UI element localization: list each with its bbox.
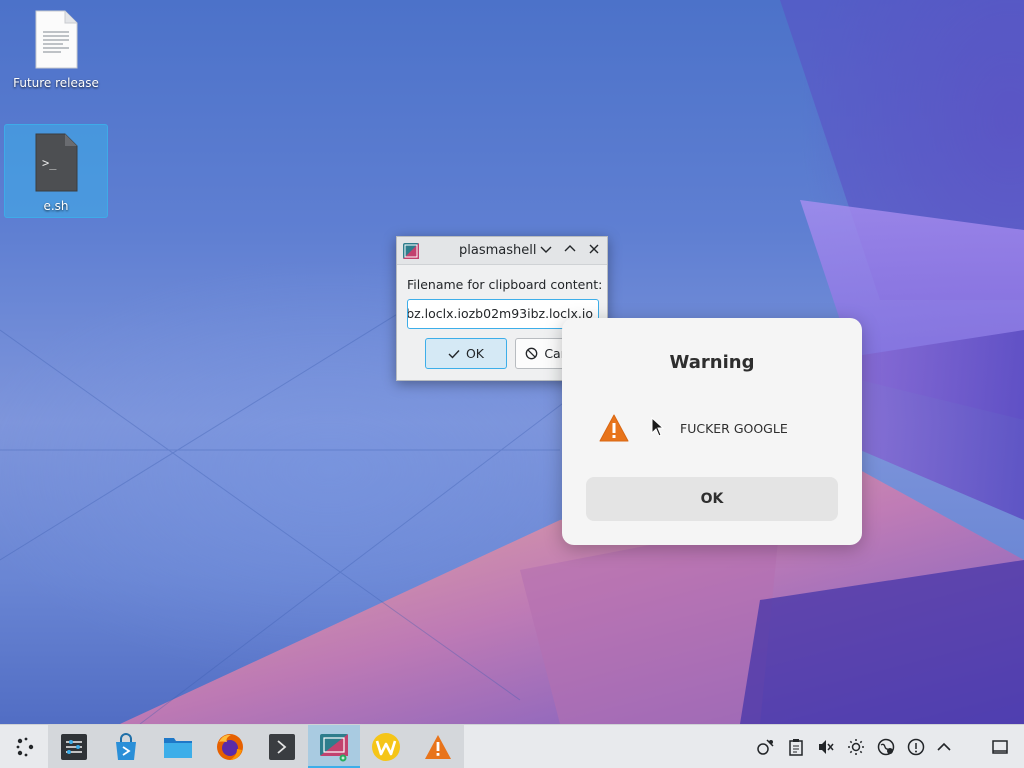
task-firefox[interactable] (204, 725, 256, 768)
filename-prompt: Filename for clipboard content: (407, 277, 603, 292)
clipboard-icon[interactable] (786, 737, 806, 757)
dialog-title: plasmashell (459, 243, 537, 258)
text-file-icon (35, 10, 78, 69)
desktop-icon-e-sh[interactable]: >_ e.sh (4, 124, 108, 218)
warning-icon (599, 414, 629, 442)
system-settings-icon (61, 734, 87, 760)
filename-input-value: bz.loclx.iozb02m93ibz.loclx.io (407, 306, 593, 321)
brightness-icon[interactable] (846, 737, 866, 757)
mouse-cursor-icon (651, 417, 665, 437)
warning-icon (425, 735, 451, 759)
warning-ok-button[interactable]: OK (586, 477, 838, 521)
warning-dialog: Warning FUCKER GOOGLE OK (562, 318, 862, 545)
vpn-icon[interactable] (876, 737, 896, 757)
minimize-icon[interactable] (538, 243, 554, 259)
ok-button-label: OK (465, 346, 485, 361)
dialog-titlebar[interactable]: plasmashell (397, 237, 607, 265)
network-icon[interactable] (756, 737, 776, 757)
expand-tray-icon[interactable] (934, 737, 954, 757)
task-dolphin[interactable] (152, 725, 204, 768)
desktop-icon-label: Future release (13, 76, 99, 90)
konsole-icon (269, 734, 295, 760)
warning-title: Warning (669, 352, 755, 373)
cancel-icon (525, 347, 538, 360)
desktop-icon-label: e.sh (43, 199, 69, 213)
task-discover[interactable] (100, 725, 152, 768)
taskbar (0, 724, 1024, 768)
ok-button[interactable]: OK (425, 338, 507, 369)
task-warning[interactable] (412, 725, 464, 768)
warning-message: FUCKER GOOGLE (680, 421, 788, 436)
task-spectacle[interactable] (308, 725, 360, 768)
wayland-icon (372, 733, 400, 761)
plasmashell-app-icon (403, 243, 419, 259)
close-icon[interactable] (586, 243, 602, 259)
volume-muted-icon[interactable] (816, 737, 836, 757)
firefox-icon (217, 734, 243, 760)
task-system-settings[interactable] (48, 725, 100, 768)
checkmark-icon (448, 349, 460, 359)
spectacle-icon (320, 733, 348, 761)
script-file-icon: >_ (35, 133, 78, 192)
updates-icon[interactable] (906, 737, 926, 757)
application-launcher[interactable] (0, 725, 52, 768)
task-konsole[interactable] (256, 725, 308, 768)
task-wayland[interactable] (360, 725, 412, 768)
dolphin-icon (164, 738, 192, 758)
desktop-icon-future-release[interactable]: Future release (4, 2, 108, 90)
show-desktop-icon[interactable] (990, 737, 1010, 757)
application-launcher-icon (16, 737, 34, 757)
svg-text:>_: >_ (42, 156, 57, 170)
maximize-icon[interactable] (562, 243, 578, 259)
discover-icon (116, 733, 136, 760)
